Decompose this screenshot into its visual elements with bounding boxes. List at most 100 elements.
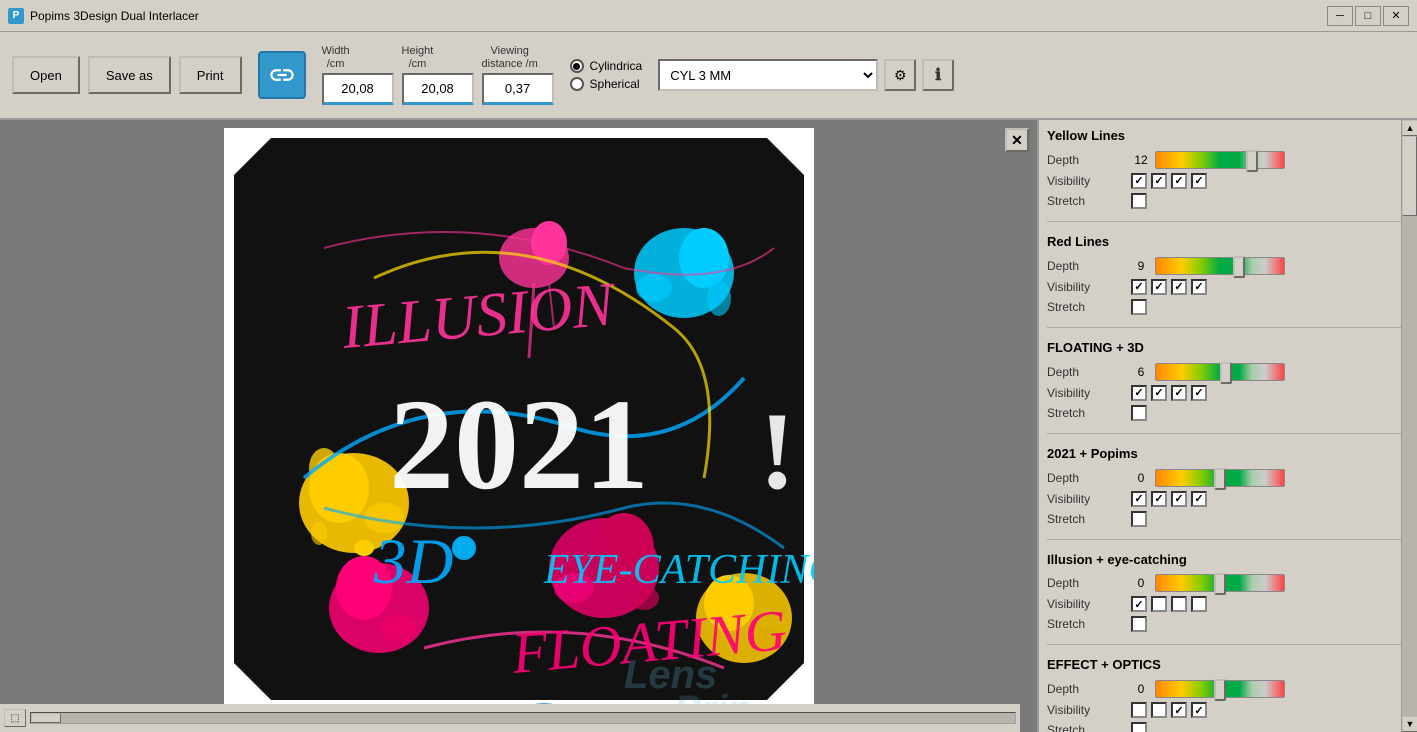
visibility-checkbox-floating-3d-2[interactable] bbox=[1171, 385, 1187, 401]
svg-text:EYE-CATCHING: EYE-CATCHING bbox=[543, 547, 814, 593]
save-as-button[interactable]: Save as bbox=[88, 56, 171, 94]
visibility-checkbox-illusion-eyecatching-2[interactable] bbox=[1171, 596, 1187, 612]
visibility-checkbox-illusion-eyecatching-1[interactable] bbox=[1151, 596, 1167, 612]
horizontal-scrollbar-track[interactable] bbox=[30, 712, 1016, 724]
open-button[interactable]: Open bbox=[12, 56, 80, 94]
width-input[interactable] bbox=[322, 73, 394, 105]
visibility-checkbox-effect-optics-2[interactable] bbox=[1171, 702, 1187, 718]
canvas-close-button[interactable]: ✕ bbox=[1005, 128, 1029, 152]
scroll-down-arrow[interactable]: ▼ bbox=[1402, 716, 1417, 732]
stretch-checkbox-yellow-lines[interactable] bbox=[1131, 193, 1147, 209]
visibility-checkbox-yellow-lines-2[interactable] bbox=[1171, 173, 1187, 189]
depth-row-effect-optics: Depth0 bbox=[1047, 680, 1409, 698]
spherical-radio[interactable] bbox=[570, 77, 584, 91]
layer-group-2021-popims: 2021 + PopimsDepth0VisibilityStretch bbox=[1047, 446, 1409, 540]
layer-title-red-lines: Red Lines bbox=[1047, 234, 1409, 251]
depth-value-yellow-lines: 12 bbox=[1131, 153, 1151, 167]
maximize-button[interactable]: □ bbox=[1355, 6, 1381, 26]
depth-label-floating-3d: Depth bbox=[1047, 365, 1127, 379]
visibility-checkbox-2021-popims-2[interactable] bbox=[1171, 491, 1187, 507]
horizontal-scrollbar-thumb[interactable] bbox=[31, 713, 61, 723]
depth-thumb-red-lines[interactable] bbox=[1233, 256, 1245, 278]
layer-group-red-lines: Red LinesDepth9VisibilityStretch bbox=[1047, 234, 1409, 328]
visibility-checkboxes-illusion-eyecatching bbox=[1131, 596, 1207, 612]
spherical-label: Spherical bbox=[590, 77, 640, 91]
visibility-checkbox-yellow-lines-0[interactable] bbox=[1131, 173, 1147, 189]
visibility-checkbox-yellow-lines-3[interactable] bbox=[1191, 173, 1207, 189]
visibility-checkbox-2021-popims-3[interactable] bbox=[1191, 491, 1207, 507]
depth-value-illusion-eyecatching: 0 bbox=[1131, 576, 1151, 590]
depth-slider-2021-popims[interactable] bbox=[1155, 469, 1285, 487]
spherical-option[interactable]: Spherical bbox=[570, 77, 643, 91]
scroll-up-arrow[interactable]: ▲ bbox=[1402, 120, 1417, 136]
stretch-row-illusion-eyecatching: Stretch bbox=[1047, 616, 1409, 632]
link-icon-button[interactable] bbox=[258, 51, 306, 99]
cylindrical-option[interactable]: Cylindrica bbox=[570, 59, 643, 73]
cylindrical-radio[interactable] bbox=[570, 59, 584, 73]
stretch-row-2021-popims: Stretch bbox=[1047, 511, 1409, 527]
app-title: Popims 3Design Dual Interlacer bbox=[30, 9, 199, 23]
visibility-checkbox-yellow-lines-1[interactable] bbox=[1151, 173, 1167, 189]
depth-thumb-yellow-lines[interactable] bbox=[1246, 150, 1258, 172]
visibility-row-floating-3d: Visibility bbox=[1047, 385, 1409, 401]
depth-thumb-illusion-eyecatching[interactable] bbox=[1214, 573, 1226, 595]
visibility-row-2021-popims: Visibility bbox=[1047, 491, 1409, 507]
depth-value-floating-3d: 6 bbox=[1131, 365, 1151, 379]
depth-slider-effect-optics[interactable] bbox=[1155, 680, 1285, 698]
close-button[interactable]: ✕ bbox=[1383, 6, 1409, 26]
depth-thumb-floating-3d[interactable] bbox=[1220, 362, 1232, 384]
height-field-group: Height/cm bbox=[402, 45, 474, 105]
visibility-checkbox-red-lines-3[interactable] bbox=[1191, 279, 1207, 295]
visibility-checkbox-effect-optics-3[interactable] bbox=[1191, 702, 1207, 718]
visibility-checkbox-2021-popims-0[interactable] bbox=[1131, 491, 1147, 507]
visibility-checkbox-floating-3d-1[interactable] bbox=[1151, 385, 1167, 401]
depth-slider-red-lines[interactable] bbox=[1155, 257, 1285, 275]
visibility-checkboxes-2021-popims bbox=[1131, 491, 1207, 507]
depth-thumb-2021-popims[interactable] bbox=[1214, 468, 1226, 490]
settings-button[interactable]: ⚙ bbox=[884, 59, 916, 91]
depth-slider-yellow-lines[interactable] bbox=[1155, 151, 1285, 169]
visibility-checkbox-red-lines-2[interactable] bbox=[1171, 279, 1187, 295]
layers-scroll-area[interactable]: Yellow LinesDepth12VisibilityStretch Red … bbox=[1039, 120, 1417, 732]
stretch-checkbox-illusion-eyecatching[interactable] bbox=[1131, 616, 1147, 632]
visibility-checkbox-floating-3d-3[interactable] bbox=[1191, 385, 1207, 401]
depth-row-illusion-eyecatching: Depth0 bbox=[1047, 574, 1409, 592]
canvas-area: ✕ bbox=[0, 120, 1037, 732]
layer-title-2021-popims: 2021 + Popims bbox=[1047, 446, 1409, 463]
svg-text:2021: 2021 bbox=[389, 373, 649, 517]
prev-nav-button[interactable]: ⬚ bbox=[4, 709, 26, 727]
visibility-checkbox-floating-3d-0[interactable] bbox=[1131, 385, 1147, 401]
visibility-label-floating-3d: Visibility bbox=[1047, 386, 1127, 400]
visibility-checkbox-red-lines-1[interactable] bbox=[1151, 279, 1167, 295]
depth-slider-illusion-eyecatching[interactable] bbox=[1155, 574, 1285, 592]
lens-select[interactable]: CYL 3 MM CYL 4 MM CYL 5 MM bbox=[658, 59, 878, 91]
scroll-thumb[interactable] bbox=[1402, 136, 1417, 216]
artwork-canvas: ILLUSION 2021 ! 3D EYE-CATCHING FLOATING… bbox=[224, 128, 814, 710]
info-button[interactable]: ℹ bbox=[922, 59, 954, 91]
depth-row-red-lines: Depth9 bbox=[1047, 257, 1409, 275]
stretch-row-floating-3d: Stretch bbox=[1047, 405, 1409, 421]
visibility-label-red-lines: Visibility bbox=[1047, 280, 1127, 294]
depth-slider-floating-3d[interactable] bbox=[1155, 363, 1285, 381]
visibility-checkbox-illusion-eyecatching-0[interactable] bbox=[1131, 596, 1147, 612]
visibility-checkbox-effect-optics-1[interactable] bbox=[1151, 702, 1167, 718]
toolbar: Open Save as Print Width/cm Height/cm Vi… bbox=[0, 32, 1417, 120]
width-field-group: Width/cm bbox=[322, 45, 394, 105]
stretch-checkbox-red-lines[interactable] bbox=[1131, 299, 1147, 315]
viewing-input[interactable] bbox=[482, 73, 554, 105]
stretch-checkbox-2021-popims[interactable] bbox=[1131, 511, 1147, 527]
height-input[interactable] bbox=[402, 73, 474, 105]
visibility-checkbox-red-lines-0[interactable] bbox=[1131, 279, 1147, 295]
stretch-checkbox-floating-3d[interactable] bbox=[1131, 405, 1147, 421]
stretch-checkbox-effect-optics[interactable] bbox=[1131, 722, 1147, 732]
print-button[interactable]: Print bbox=[179, 56, 242, 94]
width-label: Width/cm bbox=[322, 45, 350, 71]
minimize-button[interactable]: ─ bbox=[1327, 6, 1353, 26]
visibility-checkbox-2021-popims-1[interactable] bbox=[1151, 491, 1167, 507]
titlebar-left: P Popims 3Design Dual Interlacer bbox=[8, 8, 199, 24]
layer-group-yellow-lines: Yellow LinesDepth12VisibilityStretch bbox=[1047, 128, 1409, 222]
visibility-checkbox-illusion-eyecatching-3[interactable] bbox=[1191, 596, 1207, 612]
depth-thumb-effect-optics[interactable] bbox=[1214, 679, 1226, 701]
svg-text:3D: 3D bbox=[373, 526, 453, 598]
visibility-checkbox-effect-optics-0[interactable] bbox=[1131, 702, 1147, 718]
